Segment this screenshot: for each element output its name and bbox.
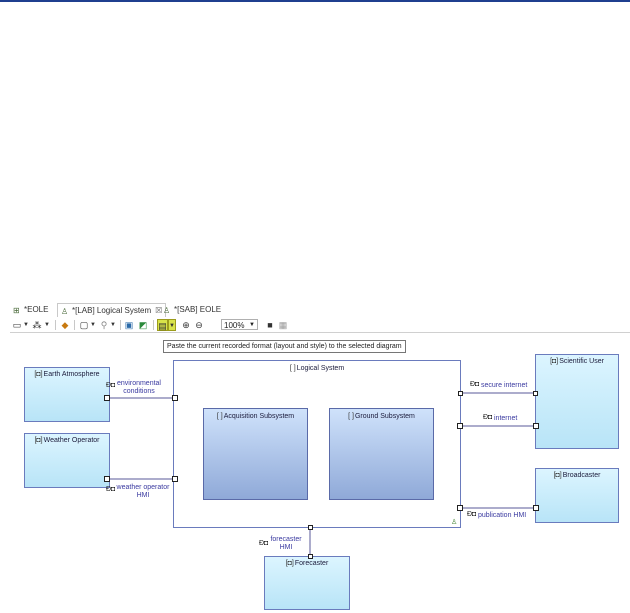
filter-icon[interactable]: ⚲ (99, 319, 109, 331)
export-icon[interactable]: ◩ (138, 319, 148, 331)
tab-eole[interactable]: ⊞ *EOLE (10, 303, 51, 317)
exchange-label-line: environmental (117, 380, 161, 387)
exchange-label-secure-internet[interactable]: secure internet (481, 382, 527, 390)
copy-icon[interactable]: ▢ (79, 319, 89, 331)
port-system-in-weather[interactable] (172, 476, 178, 482)
chevron-down-icon[interactable]: ▼ (110, 319, 116, 331)
actor-label: Broadcaster (562, 472, 601, 479)
component-icon: [ ] (216, 413, 223, 420)
logical-system-container[interactable]: [ ]Logical System [ ]Acquisition Subsyst… (173, 360, 461, 528)
port-system-secure[interactable] (458, 391, 463, 396)
exchange-label-line: conditions (123, 388, 155, 395)
component-icon: [◘] (553, 472, 562, 479)
actor-weather-operator[interactable]: [◘]Weather Operator (24, 433, 110, 488)
exchange-label-line: HMI (136, 492, 150, 499)
exchange-icon: Ð◘ (259, 540, 269, 547)
actor-label: Weather Operator (43, 437, 100, 444)
exchange-label-internet[interactable]: internet (494, 415, 517, 423)
actor-label: Earth Atmosphere (43, 371, 100, 378)
port-weather-out[interactable] (104, 476, 110, 482)
component-icon: [ ] (289, 365, 296, 372)
exchange-label-line: weather operator (116, 484, 170, 491)
chevron-down-icon[interactable]: ▼ (44, 319, 50, 331)
zoom-select[interactable]: 100% ▼ (221, 319, 258, 330)
chevron-down-icon[interactable]: ▼ (168, 319, 176, 331)
project-icon: ⊞ (13, 306, 20, 315)
properties-icon[interactable]: ▦ (278, 319, 288, 331)
chevron-down-icon: ▼ (249, 322, 255, 328)
zoom-out-icon[interactable]: ⊖ (194, 319, 204, 331)
port-earth-out[interactable] (104, 395, 110, 401)
window-top-border (0, 0, 630, 2)
toolbar-separator (55, 320, 56, 330)
paste-format-icon[interactable]: ▤ (157, 319, 168, 331)
component-icon: [◘] (34, 371, 43, 378)
subsystem-label: Ground Subsystem (354, 413, 415, 420)
tooltip: Paste the current recorded format (layou… (163, 340, 406, 353)
tab-label: *[SAB] EOLE (174, 305, 222, 314)
component-icon: [◘] (550, 358, 559, 365)
subsystem-label: Acquisition Subsystem (223, 413, 295, 420)
exchange-icon: Ð◘ (483, 414, 493, 421)
port-system-in-env[interactable] (172, 395, 178, 401)
port-scientific-secure[interactable] (533, 391, 538, 396)
exchange-label-publication-hmi[interactable]: publication HMI (478, 512, 526, 520)
exchange-icon: Ð◘ (467, 511, 477, 518)
zoom-value: 100% (224, 321, 245, 330)
diagram-toolbar: ▭ ▼ ⁂ ▼ ◆ ▢ ▼ ⚲ ▼ ▣ ◩ ▤ ▼ ⊕ ⊖ 100% ▼ ■ ▦ (10, 318, 630, 333)
component-icon: [ ] (348, 413, 354, 420)
tab-lab-logical-system[interactable]: ♙ *[LAB] Logical System ☒ (57, 303, 167, 317)
component-icon: [◘] (34, 437, 43, 444)
system-label: Logical System (296, 365, 345, 372)
actor-broadcaster[interactable]: [◘]Broadcaster (535, 468, 619, 523)
logical-component-icon: ♙ (451, 519, 458, 526)
pin-icon[interactable]: ◆ (60, 319, 70, 331)
toolbar-separator (74, 320, 75, 330)
diagram-icon: ♙ (61, 307, 69, 316)
exchange-label-forecaster-hmi[interactable]: forecaster HMI (268, 536, 304, 552)
zoom-in-icon[interactable]: ⊕ (181, 319, 191, 331)
diagram-icon: ♙ (163, 306, 171, 315)
toolbar-separator (153, 320, 154, 330)
actor-earth-atmosphere[interactable]: [◘]Earth Atmosphere (24, 367, 110, 422)
select-all-icon[interactable]: ▣ (124, 319, 134, 331)
actor-scientific-user[interactable]: [◘]Scientific User (535, 354, 619, 449)
exchange-icon: Ð◘ (106, 382, 116, 389)
editor-tab-bar: ⊞ *EOLE ♙ *[LAB] Logical System ☒ ♙ *[SAB] E… (10, 303, 630, 317)
subsystem-acquisition[interactable]: [ ]Acquisition Subsystem (203, 408, 308, 500)
actor-label: Forecaster (294, 560, 329, 567)
port-system-forecaster[interactable] (308, 525, 313, 530)
port-scientific-internet[interactable] (533, 423, 539, 429)
tab-label: *EOLE (24, 305, 49, 314)
exchange-label-line: forecaster (270, 536, 302, 543)
exchange-icon: Ð◘ (106, 486, 116, 493)
port-system-publication[interactable] (457, 505, 463, 511)
exchange-label-weather-hmi[interactable]: weather operator HMI (115, 484, 171, 500)
exchange-label-line: HMI (279, 544, 293, 551)
chevron-down-icon[interactable]: ▼ (23, 319, 29, 331)
exchange-icon: Ð◘ (470, 381, 480, 388)
tab-label: *[LAB] Logical System (72, 306, 152, 315)
port-system-internet[interactable] (457, 423, 463, 429)
actor-label: Scientific User (559, 358, 604, 365)
arrange-icon[interactable]: ⁂ (32, 319, 42, 331)
tab-sab-eole[interactable]: ♙ *[SAB] EOLE (160, 303, 224, 317)
layout-icon[interactable]: ▭ (12, 319, 22, 331)
port-broadcaster-in[interactable] (533, 505, 539, 511)
toolbar-separator (120, 320, 121, 330)
component-icon: [◘] (285, 560, 294, 567)
chevron-down-icon[interactable]: ▼ (90, 319, 96, 331)
subsystem-ground[interactable]: [ ]Ground Subsystem (329, 408, 434, 500)
exchange-label-environmental[interactable]: environmental conditions (115, 380, 163, 396)
port-forecaster-in[interactable] (308, 554, 313, 559)
actor-forecaster[interactable]: [◘]Forecaster (264, 556, 350, 610)
camera-icon[interactable]: ■ (265, 319, 275, 331)
